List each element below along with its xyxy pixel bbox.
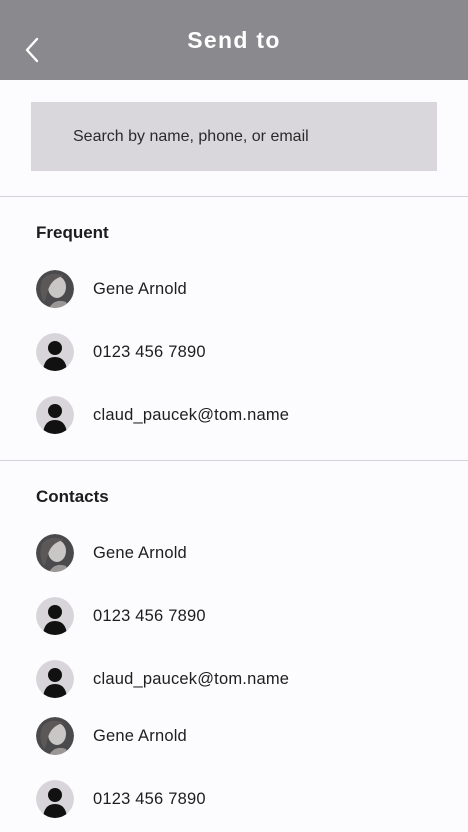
contact-row[interactable]: Gene Arnold: [0, 261, 468, 317]
contact-label: 0123 456 7890: [93, 342, 206, 361]
avatar: [36, 780, 74, 818]
avatar: [36, 660, 74, 698]
contact-label: 0123 456 7890: [93, 789, 206, 808]
avatar: [36, 270, 74, 308]
contact-row[interactable]: claud_paucek@tom.name: [0, 651, 468, 707]
contact-row[interactable]: Gene Arnold: [0, 525, 468, 581]
chevron-left-icon: [25, 37, 39, 63]
contact-label: Gene Arnold: [93, 279, 187, 298]
section-title-frequent: Frequent: [36, 223, 109, 242]
contact-label: 0123 456 7890: [93, 606, 206, 625]
avatar: [36, 597, 74, 635]
contact-label: Gene Arnold: [93, 543, 187, 562]
contact-row[interactable]: 0123 456 7890: [0, 771, 468, 827]
divider: [0, 196, 468, 197]
avatar: [36, 396, 74, 434]
person-placeholder-icon: [36, 597, 74, 635]
contact-label: claud_paucek@tom.name: [93, 405, 290, 424]
contact-row[interactable]: Gene Arnold: [0, 708, 468, 764]
contact-label: Gene Arnold: [93, 726, 187, 745]
search-bar[interactable]: [31, 102, 437, 171]
back-button[interactable]: [14, 30, 50, 70]
person-placeholder-icon: [36, 396, 74, 434]
search-input[interactable]: [73, 127, 437, 146]
person-placeholder-icon: [36, 660, 74, 698]
section-title-contacts: Contacts: [36, 487, 109, 506]
person-placeholder-icon: [36, 780, 74, 818]
contact-label: claud_paucek@tom.name: [93, 669, 290, 688]
contact-row[interactable]: claud_paucek@tom.name: [0, 387, 468, 443]
contact-row[interactable]: 0123 456 7890: [0, 324, 468, 380]
divider: [0, 460, 468, 461]
person-placeholder-icon: [36, 333, 74, 371]
contact-row[interactable]: 0123 456 7890: [0, 588, 468, 644]
avatar: [36, 333, 74, 371]
top-bar: Send to: [0, 0, 468, 80]
page-title: Send to: [187, 26, 281, 53]
avatar: [36, 717, 74, 755]
avatar: [36, 534, 74, 572]
